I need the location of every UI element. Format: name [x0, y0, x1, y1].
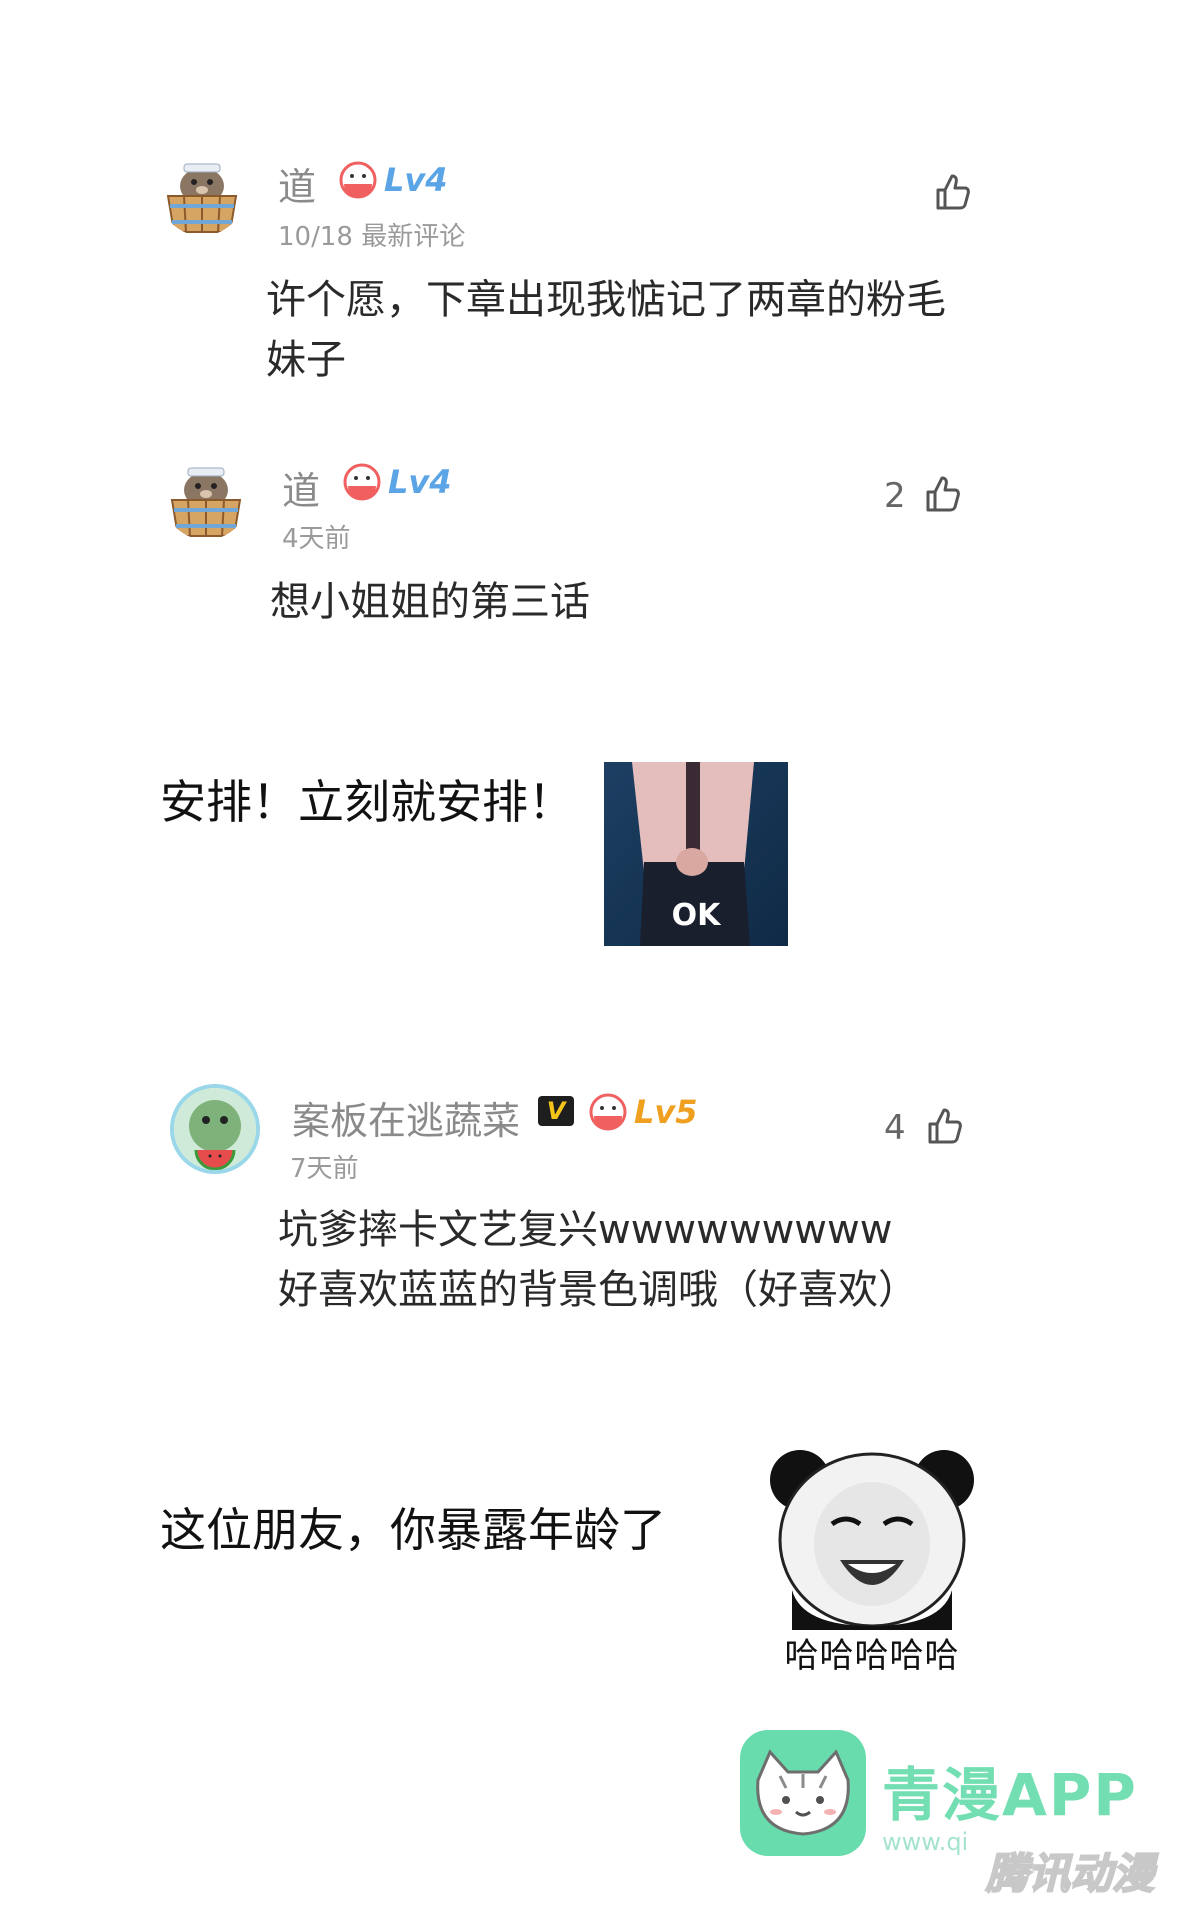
level-badge: Lv4	[338, 160, 448, 200]
comment-meta: 7天前	[290, 1154, 359, 1184]
sticker-label: OK	[671, 898, 721, 933]
cat-logo-icon	[740, 1730, 866, 1856]
panda-meme-image	[770, 1450, 974, 1630]
thumbs-up-icon[interactable]	[922, 1104, 966, 1148]
comment-meta: 10/18 最新评论	[278, 222, 466, 252]
level-text: Lv4	[384, 161, 448, 199]
sealion-bathtub-avatar	[164, 456, 248, 540]
level-face-icon	[343, 463, 381, 501]
cat-logo-drawing	[756, 1749, 850, 1836]
watermark-url: www.qi	[882, 1828, 969, 1856]
comment-text: 想小姐姐的第三话	[270, 572, 590, 632]
reply-caption: 这位朋友，你暴露年龄了	[160, 1503, 666, 1557]
comment-meta: 4天前	[282, 524, 351, 554]
level-badge: Lv4	[342, 462, 452, 502]
thumbs-up-icon[interactable]	[920, 472, 964, 516]
username[interactable]: 道	[278, 156, 316, 211]
corner-mark: 腾讯动漫	[985, 1848, 1155, 1899]
level-face-icon	[589, 1093, 627, 1131]
reply-caption: 安排！立刻就安排！	[160, 775, 574, 829]
sticker-label: 哈哈哈哈哈	[784, 1636, 960, 1676]
comment-line: 坑爹摔卡文艺复兴wwwwwwwww	[278, 1207, 893, 1253]
username[interactable]: 案板在逃蔬菜	[292, 1090, 520, 1145]
comment-text: 许个愿，下章出现我惦记了两章的粉毛 妹子	[266, 270, 946, 390]
panda-meme-sticker: 哈哈哈哈哈	[762, 1440, 982, 1676]
like-count: 4	[884, 1108, 906, 1148]
thumbs-up-icon[interactable]	[930, 170, 974, 214]
level-text: Lv4	[388, 463, 452, 501]
comment-line: 许个愿，下章出现我惦记了两章的粉毛	[266, 277, 946, 323]
comment-line: 妹子	[266, 337, 346, 383]
user-avatar[interactable]	[160, 152, 244, 236]
level-text: Lv5	[634, 1093, 698, 1131]
user-avatar[interactable]	[170, 1084, 260, 1174]
level-face-icon	[339, 161, 377, 199]
comment-line: 好喜欢蓝蓝的背景色调哦（好喜欢）	[278, 1267, 918, 1313]
level-badge: Lv5	[588, 1092, 698, 1132]
comment-text: 坑爹摔卡文艺复兴wwwwwwwww 好喜欢蓝蓝的背景色调哦（好喜欢）	[278, 1200, 918, 1320]
ok-sticker: OK	[604, 762, 788, 946]
watermark-brand: 青漫APP	[882, 1761, 1138, 1829]
username[interactable]: 道	[282, 460, 320, 515]
vip-badge-text: V	[546, 1097, 566, 1125]
comment-line: 想小姐姐的第三话	[270, 579, 590, 625]
frog-watermelon-avatar	[174, 1088, 256, 1170]
like-count: 2	[884, 476, 906, 516]
vip-badge-icon: V	[538, 1096, 574, 1126]
sealion-bathtub-avatar	[160, 152, 244, 236]
user-avatar[interactable]	[164, 456, 248, 540]
